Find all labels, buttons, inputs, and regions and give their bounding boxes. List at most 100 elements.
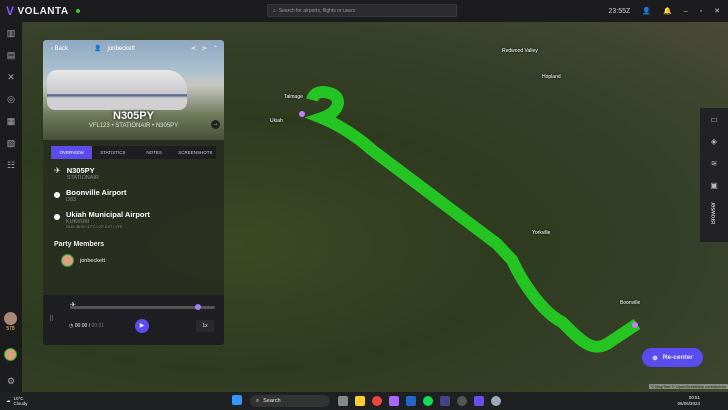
flight-panel: ‹ Back 👤 jonbeckett ⋖ ⊳ ⌃ N305PY VFL123 … — [43, 40, 224, 345]
settings-icon[interactable]: ⚙ — [0, 370, 22, 392]
map-label: Redwood Valley — [502, 48, 538, 54]
close-button[interactable]: ✕ — [714, 7, 720, 15]
user-icon: 👤 — [94, 46, 102, 52]
title-bar: V VOLANTA ⌕ Search for airports, flights o… — [0, 0, 728, 22]
plane-icon: ✈ — [54, 166, 61, 175]
tab-bar: OVERVIEW STATISTICS NOTES SCREENSHOTS — [51, 146, 216, 159]
departure-marker — [632, 322, 638, 328]
flight-subtitle: VFL123 • STATIONAIR • N305PY — [88, 123, 179, 129]
search-icon: ⌕ — [273, 7, 276, 14]
party-member[interactable]: jonbeckett — [61, 254, 224, 267]
sidebar-flight-plan-icon[interactable]: ▤ — [0, 44, 22, 66]
aircraft-photo: ‹ Back 👤 jonbeckett ⋖ ⊳ ⌃ N305PY VFL123 … — [43, 40, 224, 140]
tab-screenshots[interactable]: SCREENSHOTS — [175, 146, 216, 159]
volanta-taskbar-icon[interactable] — [474, 396, 484, 406]
bell-icon[interactable]: 🔔 — [663, 7, 672, 15]
aircraft-image — [47, 70, 187, 110]
aircraft-type: STATIONAIR — [66, 175, 99, 181]
departure-code: D83 — [66, 197, 77, 203]
departure-name: Boonville Airport — [66, 188, 127, 197]
maximize-button[interactable]: ▫ — [700, 8, 702, 15]
sidebar-logbook-icon[interactable]: ▦ — [0, 110, 22, 132]
arrival-weather: 29.82 INHG • 17°C • 20° 6 KT • VFR — [66, 225, 123, 229]
collapse-icon[interactable]: ⌃ — [213, 45, 218, 52]
drag-handle-icon[interactable]: ⠿ — [49, 315, 54, 323]
search-icon: ⌕ — [256, 397, 260, 404]
avatar[interactable] — [4, 348, 17, 361]
recenter-button[interactable]: ⊕ Re-center — [642, 348, 703, 367]
search-input[interactable]: ⌕ Search for airports, flights or users — [267, 4, 457, 17]
window-icon[interactable]: ▣ — [710, 174, 718, 196]
aircraft-reg: N305PY — [66, 166, 95, 175]
sidebar-map-icon[interactable]: ▥ — [0, 22, 22, 44]
avatar — [61, 254, 74, 267]
arrival-dot-icon — [54, 214, 60, 220]
party-members-title: Party Members — [54, 241, 105, 248]
app-logo: V VOLANTA — [6, 4, 80, 18]
tag-icon[interactable]: ⊳ — [202, 45, 207, 52]
user-level: 578 — [4, 312, 17, 332]
users-icon[interactable]: 👤 — [642, 7, 651, 15]
utc-clock: 23:55Z — [608, 7, 631, 15]
route-path — [304, 86, 641, 353]
target-icon: ⊕ — [652, 354, 658, 362]
spotify-icon[interactable] — [423, 396, 433, 406]
sidebar-routes-icon[interactable]: ✕ — [0, 66, 22, 88]
arrival-name: Ukiah Municipal Airport — [66, 210, 150, 219]
share-icon[interactable]: ⋖ — [191, 45, 196, 52]
tab-statistics[interactable]: STATISTICS — [92, 146, 133, 159]
right-toolbar: ▭ ◈ ≋ ▣ Browser — [700, 108, 728, 242]
taskbar-search[interactable]: ⌕ Search — [250, 395, 330, 407]
map-label: Talmage — [284, 94, 303, 100]
cloud-icon: ☁ — [6, 398, 11, 403]
volanta-logo-icon: V — [6, 4, 15, 18]
tab-notes[interactable]: NOTES — [134, 146, 175, 159]
map-label: Ukiah — [270, 118, 283, 124]
map-view-icon[interactable]: ▭ — [710, 108, 718, 130]
back-button[interactable]: ‹ Back — [51, 46, 68, 52]
online-status-icon — [75, 9, 80, 13]
clock-app-icon[interactable] — [457, 396, 467, 406]
weather-widget[interactable]: ☁ 10°C Cloudy — [6, 396, 28, 406]
app-icon[interactable] — [440, 396, 450, 406]
departure-dot-icon — [54, 192, 60, 198]
map-label: Hopland — [542, 74, 561, 80]
aircraft-item: ✈ N305PY STATIONAIR — [54, 166, 224, 181]
departure-item: Boonville Airport D83 — [54, 188, 224, 203]
windows-start-icon[interactable] — [232, 395, 242, 405]
taskview-icon[interactable] — [338, 396, 348, 406]
tail-number: N305PY — [113, 110, 154, 122]
arrow-right-icon[interactable]: → — [211, 120, 220, 129]
map-label: Boonville — [620, 300, 641, 306]
scrubber-handle[interactable] — [194, 304, 201, 310]
speed-button[interactable]: 1x — [196, 320, 214, 332]
tab-overview[interactable]: OVERVIEW — [51, 146, 93, 159]
arrival-marker — [299, 111, 305, 117]
app-icon[interactable] — [389, 396, 399, 406]
file-explorer-icon[interactable] — [355, 396, 365, 406]
chrome-icon[interactable] — [372, 396, 382, 406]
app-icon[interactable] — [491, 396, 501, 406]
arrival-item: Ukiah Municipal Airport KUKI/UKI 29.82 INH… — [54, 210, 224, 229]
replay-time: ◷ 00:00 / 00:31 — [69, 323, 104, 329]
replay-scrubber[interactable] — [70, 306, 215, 309]
app-name: VOLANTA — [17, 5, 69, 17]
sidebar: ▥ ▤ ✕ ◎ ▦ ▧ ☷ 578 ⚙ — [0, 22, 22, 392]
browser-tab[interactable]: Browser — [711, 202, 717, 224]
search-placeholder: Search for airports, flights or users — [278, 7, 356, 14]
layers-icon[interactable]: ◈ — [711, 130, 717, 152]
play-button[interactable]: ▶ — [135, 319, 149, 333]
sidebar-reports-icon[interactable]: ▧ — [0, 132, 22, 154]
owner-username: jonbeckett — [107, 45, 135, 52]
member-name: jonbeckett — [80, 257, 106, 264]
map-attribution[interactable]: © MapTiler © OpenStreetMap contributors — [649, 384, 728, 389]
taskbar: ☁ 10°C Cloudy ⌕ Search 00:51 06/06/2024 — [0, 392, 728, 410]
sidebar-aircraft-icon[interactable]: ◎ — [0, 88, 22, 110]
replay-player: ⠿ ✈ ◷ 00:00 / 00:31 ▶ 1x — [43, 295, 224, 345]
sidebar-community-icon[interactable]: ☷ — [0, 154, 22, 176]
system-clock[interactable]: 00:51 06/06/2024 — [677, 395, 700, 407]
map-label: Yorkville — [532, 230, 551, 236]
bitwarden-icon[interactable] — [406, 396, 416, 406]
minimize-button[interactable]: – — [684, 8, 688, 15]
stack-icon[interactable]: ≋ — [711, 152, 718, 174]
